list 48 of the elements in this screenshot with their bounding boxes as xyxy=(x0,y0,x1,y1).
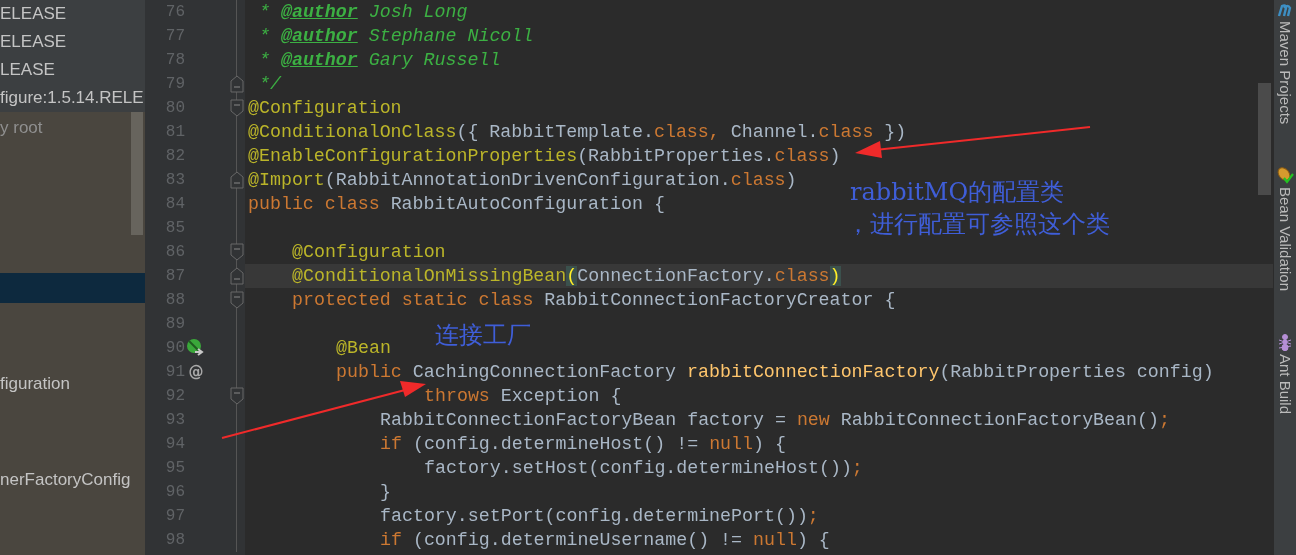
code-line: @Import(RabbitAnnotationDrivenConfiguration.class) xyxy=(248,170,797,190)
ant-icon xyxy=(1277,333,1293,352)
code-line: throws Exception { xyxy=(424,386,622,406)
code-line: * @author Stephane Nicoll xyxy=(259,26,534,46)
gutter-marker[interactable]: @ xyxy=(188,363,204,381)
code-line: if (config.determineHost() != null) { xyxy=(380,434,786,454)
tree-item[interactable]: nerFactoryConfig xyxy=(0,470,131,490)
code-line: @ConditionalOnMissingBean(ConnectionFactory.class) xyxy=(292,266,841,286)
scrollbar-thumb[interactable] xyxy=(1258,83,1271,195)
tree-item[interactable]: figuration xyxy=(0,374,70,394)
tree-item[interactable]: LEASE xyxy=(0,60,55,80)
annotation-note: rabbitMQ的配置类 xyxy=(850,177,1065,208)
code-line: factory.setHost(config.determineHost()); xyxy=(424,458,863,478)
code-line: } xyxy=(380,482,391,502)
tool-window-tab[interactable]: Ant Build xyxy=(1276,333,1294,415)
code-line: RabbitConnectionFactoryBean factory = new RabbitConnectionFactoryBean(); xyxy=(380,410,1170,430)
tree-item[interactable]: ELEASE xyxy=(0,32,67,52)
code-line: factory.setPort(config.determinePort()); xyxy=(380,506,819,526)
tool-window-tab[interactable]: Bean Validation xyxy=(1276,166,1294,292)
annotation-note: 连接工厂 xyxy=(435,320,531,351)
code-line: @ConditionalOnClass({ RabbitTemplate.class, Channel.class }) xyxy=(248,122,907,142)
maven-icon xyxy=(1277,2,1293,18)
code-line: @Bean xyxy=(336,338,391,358)
code-line: * @author Josh Long xyxy=(259,2,468,22)
annotation-note: ，进行配置可参照这个类 xyxy=(846,209,1110,240)
code-line: */ xyxy=(259,74,281,94)
code-line: public class RabbitAutoConfiguration { xyxy=(248,194,665,214)
code-line: @Configuration xyxy=(248,98,402,118)
tree-item[interactable]: y root xyxy=(0,118,43,138)
code-line: @Configuration xyxy=(292,242,446,262)
bean-check-icon xyxy=(1276,166,1294,185)
fold-icon[interactable] xyxy=(230,291,244,309)
tree-item[interactable]: figure:1.5.14.RELE xyxy=(0,88,144,108)
fold-icon[interactable] xyxy=(230,75,244,93)
fold-icon[interactable] xyxy=(230,171,244,189)
code-line: * @author Gary Russell xyxy=(259,50,501,70)
code-line: protected static class RabbitConnectionFactoryCreator { xyxy=(292,290,896,310)
code-line: if (config.determineUsername() != null) { xyxy=(380,530,830,550)
fold-icon[interactable] xyxy=(230,243,244,261)
code-line: public CachingConnectionFactory rabbitConnectionFactory(RabbitProperties config) xyxy=(336,362,1214,382)
code-line: @EnableConfigurationProperties(RabbitProperties.class) xyxy=(248,146,841,166)
fold-icon[interactable] xyxy=(230,267,244,285)
bean-gutter-icon[interactable] xyxy=(186,338,206,358)
fold-icon[interactable] xyxy=(230,99,244,117)
tool-window-tab[interactable]: Maven Projects xyxy=(1276,2,1294,125)
tree-item[interactable]: ELEASE xyxy=(0,4,67,24)
fold-icon[interactable] xyxy=(230,387,244,405)
scrollbar-thumb[interactable] xyxy=(131,112,143,235)
